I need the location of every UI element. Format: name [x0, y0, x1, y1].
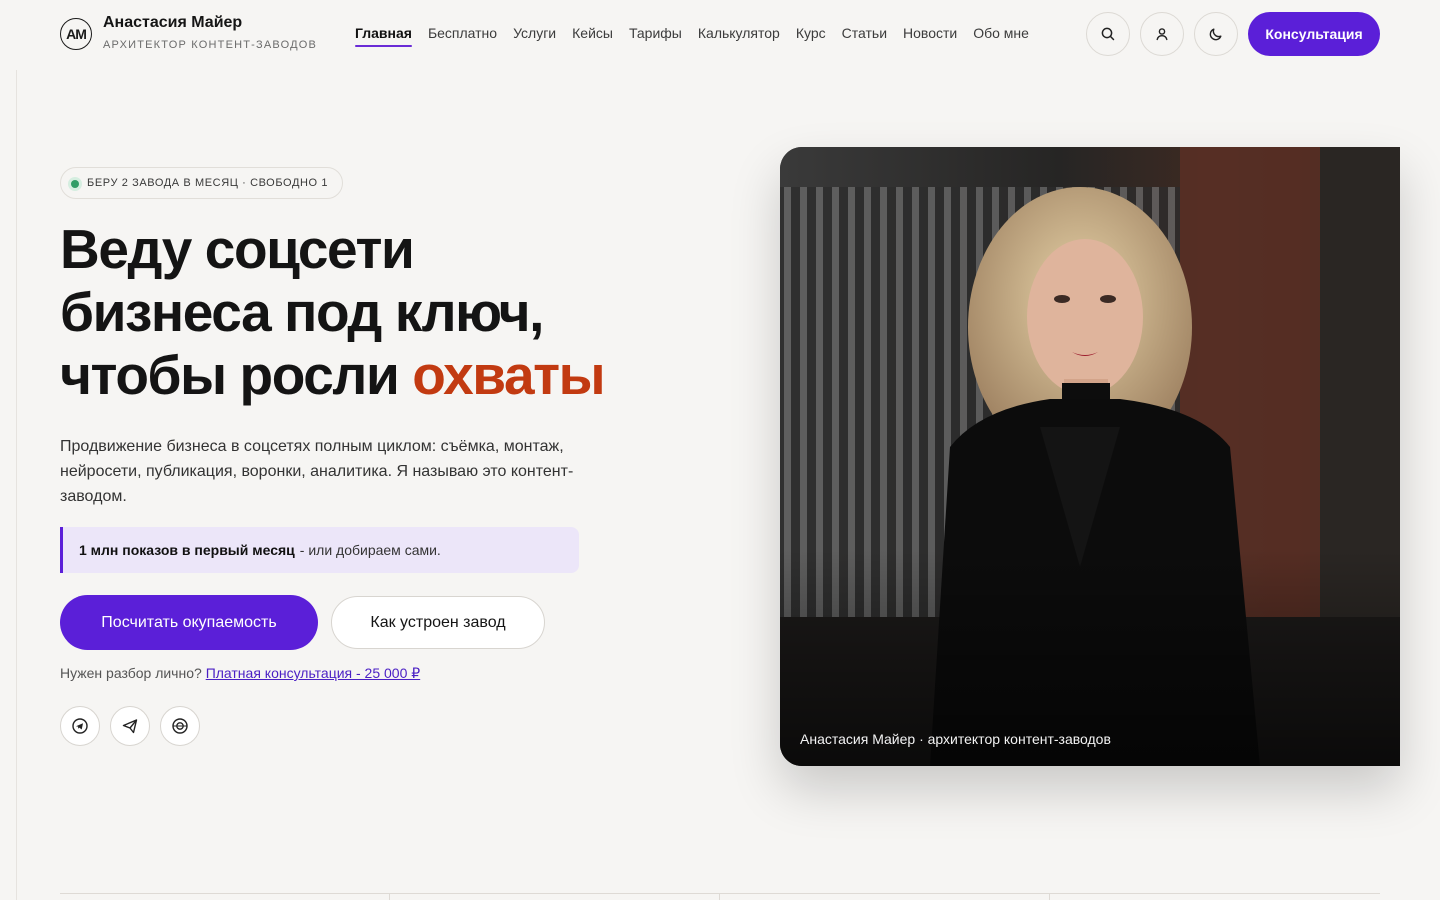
site-header: AM Анастасия Майер АРХИТЕКТОР КОНТЕНТ-ЗА…: [0, 0, 1440, 70]
section-divider: [60, 893, 1380, 894]
badge-text: БЕРУ 2 ЗАВОДА В МЕСЯЦ · СВОБОДНО 1: [87, 177, 329, 189]
consult-line: Нужен разбор лично? Платная консультация…: [60, 665, 420, 682]
brand-subtitle: АРХИТЕКТОР КОНТЕНТ-ЗАВОДОВ: [103, 39, 318, 51]
headline-line-2: бизнеса под ключ,: [60, 281, 544, 343]
social-vk-button[interactable]: [160, 706, 200, 746]
user-icon: [1156, 28, 1168, 41]
hero-headline: Веду соцсети бизнеса под ключ, чтобы рос…: [60, 218, 700, 407]
consultation-button[interactable]: Консультация: [1248, 12, 1380, 56]
headline-line-3: чтобы росли: [60, 344, 413, 406]
divider-tick: [719, 893, 720, 900]
nav-item-home[interactable]: Главная: [355, 25, 412, 47]
nav-item-pricing[interactable]: Тарифы: [629, 25, 682, 47]
how-factory-works-button[interactable]: Как устроен завод: [331, 596, 545, 649]
nav-item-news[interactable]: Новости: [903, 25, 957, 47]
status-dot: [71, 180, 79, 188]
moon-icon: [1209, 28, 1222, 41]
nav-item-services[interactable]: Услуги: [513, 25, 556, 47]
callout-rest: - или добираем сами.: [299, 542, 441, 558]
calculate-roi-button[interactable]: Посчитать окупаемость: [60, 595, 318, 650]
theme-toggle-button[interactable]: [1194, 12, 1238, 56]
brand-name[interactable]: Анастасия Майер: [103, 14, 242, 32]
divider-tick: [389, 893, 390, 900]
logo-mark[interactable]: AM: [60, 18, 92, 50]
guarantee-callout: 1 млн показов в первый месяц - или добир…: [60, 527, 579, 573]
nav-item-cases[interactable]: Кейсы: [572, 25, 613, 47]
paid-consultation-link[interactable]: Платная консультация - 25 000 ₽: [206, 665, 421, 681]
headline-line-1: Веду соцсети: [60, 218, 415, 280]
divider-tick: [1049, 893, 1050, 900]
hero-lead: Продвижение бизнеса в соцсетях полным ци…: [60, 438, 574, 505]
send-icon: [122, 719, 138, 734]
nav-item-about[interactable]: Обо мне: [973, 25, 1029, 47]
callout-strong: 1 млн показов в первый месяц: [79, 542, 295, 558]
nav-item-articles[interactable]: Статьи: [842, 25, 887, 47]
headline-accent-word: охваты: [412, 344, 605, 406]
consult-prefix: Нужен разбор лично?: [60, 665, 202, 681]
social-send-button[interactable]: [110, 706, 150, 746]
social-telegram-button[interactable]: [60, 706, 100, 746]
nav-item-calculator[interactable]: Калькулятор: [698, 25, 780, 47]
nav-item-free[interactable]: Бесплатно: [428, 25, 497, 47]
availability-badge: БЕРУ 2 ЗАВОДА В МЕСЯЦ · СВОБОДНО 1: [60, 167, 344, 199]
photo-caption: Анастасия Майер · архитектор контент-зав…: [800, 731, 1111, 747]
main-nav: Главная Бесплатно Услуги Кейсы Тарифы Ка…: [355, 25, 1029, 47]
vk-icon: [172, 718, 188, 734]
left-divider: [16, 70, 17, 900]
nav-item-course[interactable]: Курс: [796, 25, 826, 47]
search-button[interactable]: [1086, 12, 1130, 56]
telegram-icon: [72, 718, 88, 734]
portrait-image: [780, 147, 1400, 766]
portrait-photo: Анастасия Майер · архитектор контент-зав…: [780, 147, 1400, 766]
search-icon: [1101, 27, 1115, 41]
account-button[interactable]: [1140, 12, 1184, 56]
